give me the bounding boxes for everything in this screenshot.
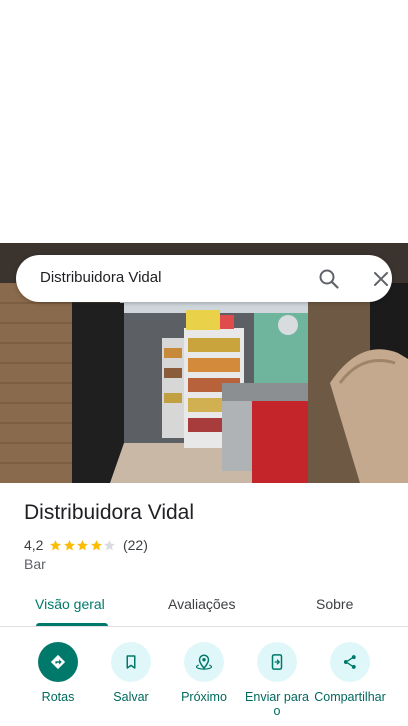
review-count[interactable]: (22): [123, 537, 148, 553]
share-label: Compartilhar: [314, 690, 386, 704]
search-icon[interactable]: [316, 266, 342, 292]
tab-overview[interactable]: Visão geral: [35, 596, 105, 612]
send-to-phone-icon[interactable]: [257, 642, 297, 682]
star-icon: [77, 539, 89, 550]
save-label: Salvar: [113, 690, 149, 704]
star-icon: [50, 539, 62, 550]
nearby-icon[interactable]: [184, 642, 224, 682]
nearby-label: Próximo: [181, 690, 227, 704]
tab-about[interactable]: Sobre: [316, 596, 353, 612]
search-bar[interactable]: Distribuidora Vidal: [16, 255, 392, 302]
star-empty-icon: [104, 539, 116, 550]
tab-reviews[interactable]: Avaliações: [168, 596, 235, 612]
star-rating: [49, 539, 117, 552]
nearby-button[interactable]: Próximo: [167, 640, 241, 704]
place-category: Bar: [24, 556, 46, 572]
rating-value: 4,2: [24, 537, 44, 553]
tab-bar: Visão geral Avaliações Sobre: [0, 584, 408, 627]
close-icon[interactable]: [368, 266, 394, 292]
active-tab-indicator: [36, 623, 108, 626]
rating-row[interactable]: 4,2 (22): [24, 536, 148, 554]
bookmark-icon[interactable]: [111, 642, 151, 682]
share-icon[interactable]: [330, 642, 370, 682]
search-query-text[interactable]: Distribuidora Vidal: [40, 269, 161, 286]
share-button[interactable]: Compartilhar: [313, 640, 387, 704]
star-icon: [91, 539, 102, 550]
action-buttons-row: Rotas Salvar Próximo Enviar para o Compa…: [0, 640, 408, 726]
map-blank-area: [0, 0, 408, 243]
directions-label: Rotas: [41, 690, 75, 704]
send-to-phone-label: Enviar para o: [245, 690, 309, 718]
place-title: Distribuidora Vidal: [24, 501, 195, 524]
directions-button[interactable]: Rotas: [21, 640, 95, 704]
star-icon: [64, 539, 75, 550]
directions-icon[interactable]: [38, 642, 78, 682]
save-button[interactable]: Salvar: [94, 640, 168, 704]
send-to-phone-button[interactable]: Enviar para o: [240, 640, 314, 718]
